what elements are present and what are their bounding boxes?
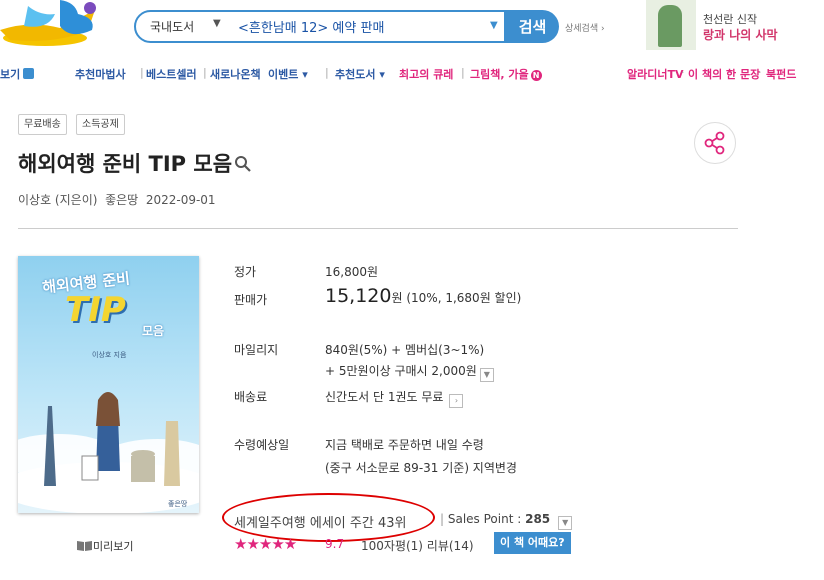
chevron-down-icon[interactable]: ▼ xyxy=(213,18,221,29)
nav-divider: | xyxy=(140,66,144,79)
ad-title[interactable]: 랑과 나의 사막 xyxy=(703,26,778,43)
nav-event[interactable]: 이벤트 ▾ xyxy=(268,66,308,82)
nav-divider: | xyxy=(203,66,207,79)
sale-price-label: 판매가 xyxy=(234,293,268,307)
search-category-select[interactable]: 국내도서 xyxy=(150,18,194,35)
list-price-label: 정가 xyxy=(234,265,257,279)
publisher-link[interactable]: 좋은땅 xyxy=(105,193,138,207)
dropdown-icon[interactable] xyxy=(23,68,35,79)
preview-label: 미리보기 xyxy=(93,540,134,553)
search-button[interactable]: 검색 xyxy=(506,10,559,43)
nav-recommended[interactable]: 추천도서 ▾ xyxy=(335,66,385,82)
review-count-links[interactable]: 100자평(1) 리뷰(14) xyxy=(361,537,474,554)
nav-divider: · xyxy=(758,66,762,79)
list-price: 16,800원 xyxy=(325,265,379,279)
delivery-line1: 지금 택배로 주문하면 내일 수령 xyxy=(325,438,484,452)
divider xyxy=(18,228,738,229)
author-link[interactable]: 이상호 (지은이) xyxy=(18,193,97,207)
chevron-right-icon[interactable]: › xyxy=(449,394,464,408)
nav-aladdiner-tv[interactable]: 알라디너TV xyxy=(627,66,684,82)
shipping-label: 배송료 xyxy=(234,390,268,404)
nav-new-books[interactable]: 새로나온책 xyxy=(210,66,261,82)
shipping-row: 신간도서 단 1권도 무료 › xyxy=(325,388,464,408)
star-rating-icon: ★★★★★ xyxy=(234,535,297,553)
cover-author: 이상호 지음 xyxy=(92,351,127,359)
delivery-label: 수령예상일 xyxy=(234,438,290,452)
book-title: 해외여행 준비 TIP 모음 xyxy=(18,148,252,178)
preview-button[interactable]: 미리보기 xyxy=(76,538,133,554)
tag-free-shipping: 무료배송 xyxy=(18,114,67,135)
chevron-down-icon[interactable]: ▼ xyxy=(558,516,573,530)
share-button[interactable] xyxy=(694,122,736,164)
nav-view-label: 보기 xyxy=(0,68,21,81)
nav-bookfund[interactable]: 북펀드 xyxy=(766,66,796,82)
sales-point: | Sales Point : 285 ▼ xyxy=(440,512,573,530)
nav-book-sentence[interactable]: 이 책의 한 문장 xyxy=(688,66,760,82)
discount-info: (10%, 1,680원 할인) xyxy=(406,291,522,305)
tag-tax-deduction: 소득공제 xyxy=(76,114,125,135)
search-icon[interactable] xyxy=(234,155,252,173)
nav-divider: · xyxy=(681,66,685,79)
sale-price: 15,120 xyxy=(325,285,392,307)
cover-publisher: 좋은땅 xyxy=(168,500,188,508)
cover-title-tip: TIP xyxy=(65,290,126,330)
nav-divider: | xyxy=(325,66,329,79)
mileage-label: 마일리지 xyxy=(234,343,279,357)
rating-score: 9.7 xyxy=(325,537,345,551)
ad-cactus-image xyxy=(658,5,682,47)
nav-recommend-wizard[interactable]: 추천마법사 xyxy=(75,66,126,82)
shipping-info: 신간도서 단 1권도 무료 xyxy=(325,390,444,404)
nav-recommended-label: 추천도서 xyxy=(335,68,376,81)
new-badge: N xyxy=(530,70,542,81)
cover-title-tail: 모음 xyxy=(142,324,165,338)
book-cover[interactable]: 해외여행 준비 TIP 모음 이상호 지음 좋은땅 xyxy=(18,256,199,513)
nav-event-label: 이벤트 xyxy=(268,68,299,81)
mileage-line2-row: + 5만원이상 구매시 2,000원 ▼ xyxy=(325,362,494,382)
delivery-line2[interactable]: (중구 서소문로 89-31 기준) 지역변경 xyxy=(325,459,517,476)
nav-view[interactable]: 보기 xyxy=(0,66,35,82)
mileage-line2: + 5만원이상 구매시 2,000원 xyxy=(325,364,477,378)
nav-picturebook-label: 그림책, 가을 xyxy=(470,68,529,81)
sales-point-label: Sales Point : xyxy=(447,512,526,526)
search-input[interactable]: <흔한남매 12> 예약 판매 xyxy=(238,17,384,36)
book-icon xyxy=(77,541,92,551)
this-book-button[interactable]: 이 책 어때요? xyxy=(494,532,571,554)
sale-unit: 원 xyxy=(391,291,403,305)
book-meta: 이상호 (지은이) 좋은땅 2022-09-01 xyxy=(18,191,216,208)
sale-price-block: 15,120원 (10%, 1,680원 할인) xyxy=(325,285,521,307)
mileage-line1: 840원(5%) + 멤버십(3~1%) xyxy=(325,343,485,357)
sales-point-value: 285 xyxy=(525,512,551,526)
share-icon xyxy=(704,131,725,155)
publish-date: 2022-09-01 xyxy=(145,193,216,207)
nav-picturebook[interactable]: 그림책, 가을 N xyxy=(470,66,542,82)
nav-best-curation[interactable]: 최고의 큐레 xyxy=(399,66,453,82)
chevron-down-icon[interactable]: ▼ xyxy=(479,368,494,382)
nav-divider: | xyxy=(461,66,465,79)
aladin-logo[interactable] xyxy=(0,0,110,48)
nav-bestseller[interactable]: 베스트셀러 xyxy=(146,66,197,82)
detail-search-link[interactable]: 상세검색 › xyxy=(565,21,605,34)
ad-headline[interactable]: 천선란 신작 xyxy=(703,11,757,27)
book-title-text: 해외여행 준비 TIP 모음 xyxy=(18,152,233,176)
search-dropdown-icon[interactable]: ▼ xyxy=(490,20,498,31)
